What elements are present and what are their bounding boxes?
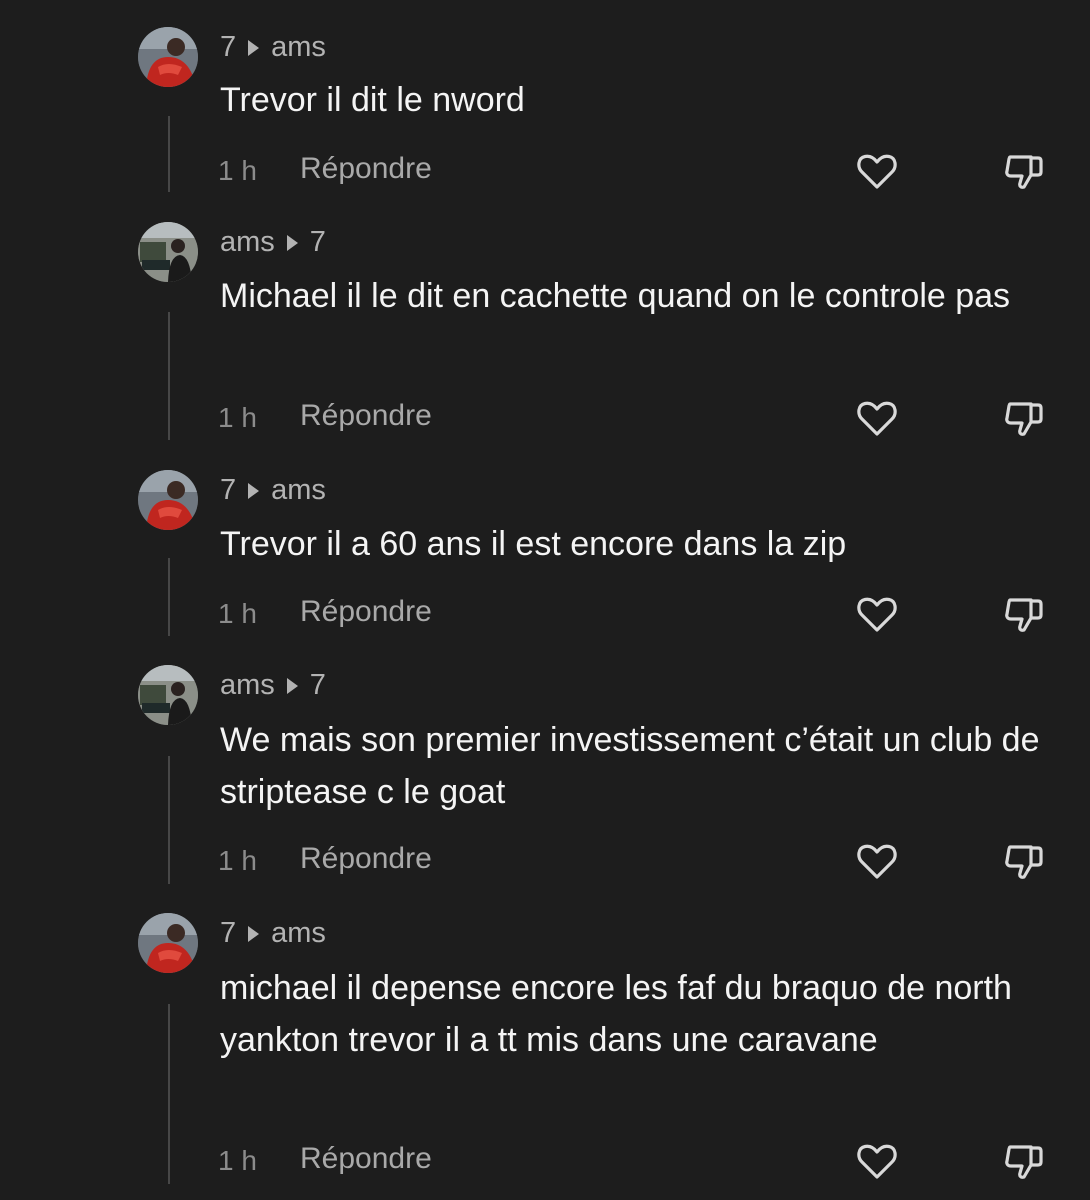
comment-time: 1 h	[218, 845, 257, 876]
author-name[interactable]: 7	[220, 917, 236, 950]
comment-time: 1 h	[218, 598, 257, 629]
comment-text: Trevor il dit le nword	[220, 81, 525, 119]
heart-icon[interactable]	[853, 394, 901, 442]
comment-meta: 7 ams	[220, 31, 326, 64]
comment-time: 1 h	[218, 402, 257, 433]
author-name[interactable]: ams	[220, 226, 275, 259]
comment-meta: 7 ams	[220, 917, 326, 950]
avatar[interactable]	[138, 665, 198, 725]
thread-line	[168, 312, 170, 440]
thumbs-down-icon[interactable]	[1000, 394, 1048, 442]
play-triangle-icon	[248, 39, 260, 56]
comment-meta: ams 7	[220, 226, 326, 259]
reply-to-name[interactable]: ams	[271, 474, 326, 507]
avatar[interactable]	[138, 470, 198, 530]
comment-text: Trevor il a 60 ans il est encore dans la…	[220, 525, 847, 563]
thumbs-down-icon[interactable]	[1000, 837, 1048, 885]
thumbs-down-icon[interactable]	[1000, 590, 1048, 638]
author-name[interactable]: 7	[220, 31, 236, 64]
comment-text: Michael il le dit en cachette quand on l…	[220, 277, 1011, 315]
thread-line	[168, 116, 170, 192]
comment-text: We mais son premier investissement c’éta…	[220, 721, 1040, 811]
thumbs-down-icon[interactable]	[1000, 1137, 1048, 1185]
thread-line	[168, 1004, 170, 1184]
reply-to-name[interactable]: 7	[310, 669, 326, 702]
avatar[interactable]	[138, 27, 198, 87]
heart-icon[interactable]	[853, 1137, 901, 1185]
reply-to-name[interactable]: 7	[310, 226, 326, 259]
reply-to-name[interactable]: ams	[271, 917, 326, 950]
comment-meta: 7 ams	[220, 474, 326, 507]
reply-button[interactable]: Répondre	[300, 1142, 432, 1176]
reply-button[interactable]: Répondre	[300, 842, 432, 876]
comment-meta: ams 7	[220, 669, 326, 702]
reply-to-name[interactable]: ams	[271, 31, 326, 64]
author-name[interactable]: ams	[220, 669, 275, 702]
comment-time: 1 h	[218, 155, 257, 186]
thread-line	[168, 558, 170, 636]
avatar[interactable]	[138, 222, 198, 282]
thumbs-down-icon[interactable]	[1000, 147, 1048, 195]
heart-icon[interactable]	[853, 590, 901, 638]
play-triangle-icon	[248, 482, 260, 499]
heart-icon[interactable]	[853, 837, 901, 885]
play-triangle-icon	[286, 677, 298, 694]
author-name[interactable]: 7	[220, 474, 236, 507]
comment-text: michael il depense encore les faf du bra…	[220, 969, 1012, 1059]
reply-button[interactable]: Répondre	[300, 399, 432, 433]
avatar[interactable]	[138, 913, 198, 973]
play-triangle-icon	[286, 234, 298, 251]
heart-icon[interactable]	[853, 147, 901, 195]
reply-button[interactable]: Répondre	[300, 152, 432, 186]
reply-button[interactable]: Répondre	[300, 595, 432, 629]
comment-time: 1 h	[218, 1145, 257, 1176]
play-triangle-icon	[248, 925, 260, 942]
thread-line	[168, 756, 170, 884]
